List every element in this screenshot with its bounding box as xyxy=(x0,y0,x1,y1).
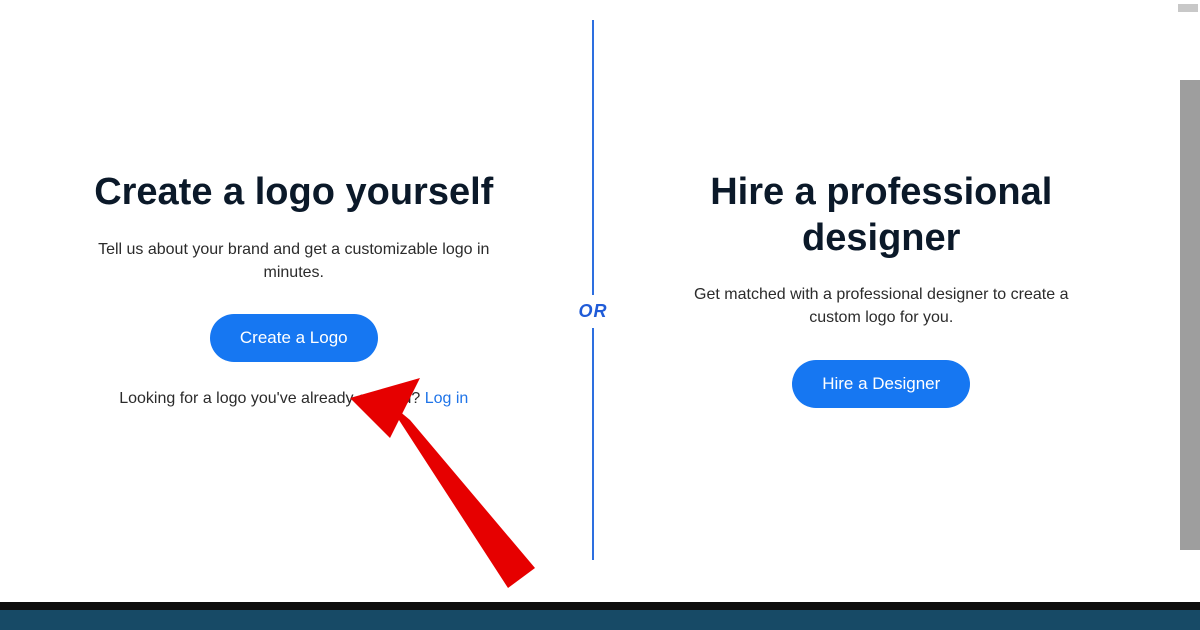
choice-page: Create a logo yourself Tell us about you… xyxy=(0,0,1175,600)
panel-divider: OR xyxy=(592,10,594,570)
divider-line xyxy=(592,20,594,560)
left-panel: Create a logo yourself Tell us about you… xyxy=(0,0,588,600)
right-heading: Hire a professional designer xyxy=(681,170,1081,261)
taskbar-sliver xyxy=(0,602,1200,630)
right-panel: Hire a professional designer Get matched… xyxy=(588,0,1176,600)
vertical-scrollbar[interactable] xyxy=(1180,80,1200,550)
left-subtext: Tell us about your brand and get a custo… xyxy=(94,238,494,284)
existing-logo-text: Looking for a logo you've already create… xyxy=(119,390,424,407)
hire-designer-button[interactable]: Hire a Designer xyxy=(792,360,970,408)
right-subtext: Get matched with a professional designer… xyxy=(681,283,1081,329)
login-link[interactable]: Log in xyxy=(425,390,469,407)
divider-or-label: OR xyxy=(575,295,612,328)
existing-logo-prompt: Looking for a logo you've already create… xyxy=(119,390,468,408)
left-heading: Create a logo yourself xyxy=(94,170,493,216)
scrollbar-up-stub xyxy=(1178,4,1198,12)
create-logo-button[interactable]: Create a Logo xyxy=(210,314,378,362)
